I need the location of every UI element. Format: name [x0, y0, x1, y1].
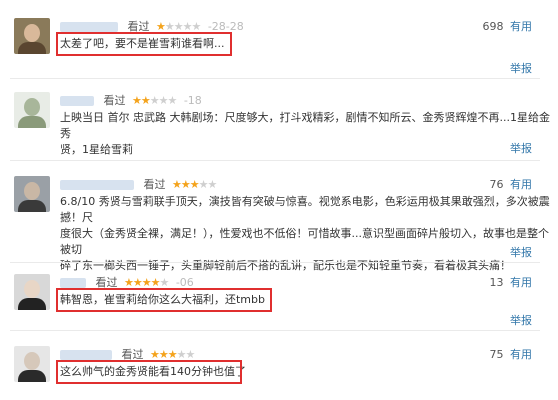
user-name[interactable] [60, 350, 112, 360]
review-header: 看过 ★★★★★ -18 [60, 92, 202, 108]
comment-text: 上映当日 首尔 忠武路 大韩剧场：尺度够大，打斗戏精彩，剧情不知所云、金秀贤辉煌… [60, 110, 558, 158]
report-link[interactable]: 举报 [510, 60, 532, 76]
review-header: 看过 ★★★★★ [60, 176, 220, 192]
divider [10, 262, 540, 263]
watched-label: 看过 [103, 94, 126, 107]
comment-line: 碎了东一榔头西一锤子，头重脚轻前后不搭的乱讲，配乐也是不知轻重节奏，看着极其头痛… [60, 259, 511, 272]
user-name[interactable] [60, 96, 94, 106]
vote-area: 76 有用 [490, 176, 533, 192]
useful-button[interactable]: 有用 [510, 20, 532, 33]
avatar[interactable] [14, 346, 50, 382]
divider [10, 160, 540, 161]
user-name[interactable] [60, 180, 134, 190]
vote-area: 698 有用 [483, 18, 533, 34]
comment-line: 度很大（金秀贤全裸，满足！），性爱戏也不低俗！可惜故事...意识型画面碎片般切入… [60, 227, 549, 256]
rating-stars: ★★★★★ [132, 94, 177, 107]
vote-area: 75 有用 [490, 346, 533, 362]
user-name[interactable] [60, 278, 86, 288]
review-date: -18 [183, 94, 202, 107]
highlight-box [56, 288, 272, 312]
vote-count: 698 [482, 20, 504, 33]
useful-button[interactable]: 有用 [510, 178, 532, 191]
divider [10, 330, 540, 331]
comment-line: 上映当日 首尔 忠武路 大韩剧场：尺度够大，打斗戏精彩，剧情不知所云、金秀贤辉煌… [60, 111, 550, 140]
vote-count: 13 [489, 276, 504, 289]
comment-line: 贤，1星给雪莉 [60, 143, 133, 156]
avatar[interactable] [14, 92, 50, 128]
highlight-box [56, 32, 232, 56]
highlight-box [56, 360, 242, 384]
rating-stars: ★★★★★ [172, 178, 217, 191]
comment-line: 6.8/10 秀贤与雪莉联手顶天，演技皆有突破与惊喜。视觉系电影，色彩运用极其果… [60, 195, 550, 224]
divider [10, 78, 540, 79]
avatar[interactable] [14, 176, 50, 212]
report-link[interactable]: 举报 [510, 312, 532, 328]
vote-count: 75 [489, 348, 504, 361]
useful-button[interactable]: 有用 [510, 276, 532, 289]
avatar[interactable] [14, 274, 50, 310]
watched-label: 看过 [143, 178, 166, 191]
vote-count: 76 [489, 178, 504, 191]
report-link[interactable]: 举报 [510, 140, 532, 156]
useful-button[interactable]: 有用 [510, 348, 532, 361]
user-name[interactable] [60, 22, 118, 32]
vote-area: 13 有用 [490, 274, 533, 290]
avatar[interactable] [14, 18, 50, 54]
report-link[interactable]: 举报 [510, 244, 532, 260]
